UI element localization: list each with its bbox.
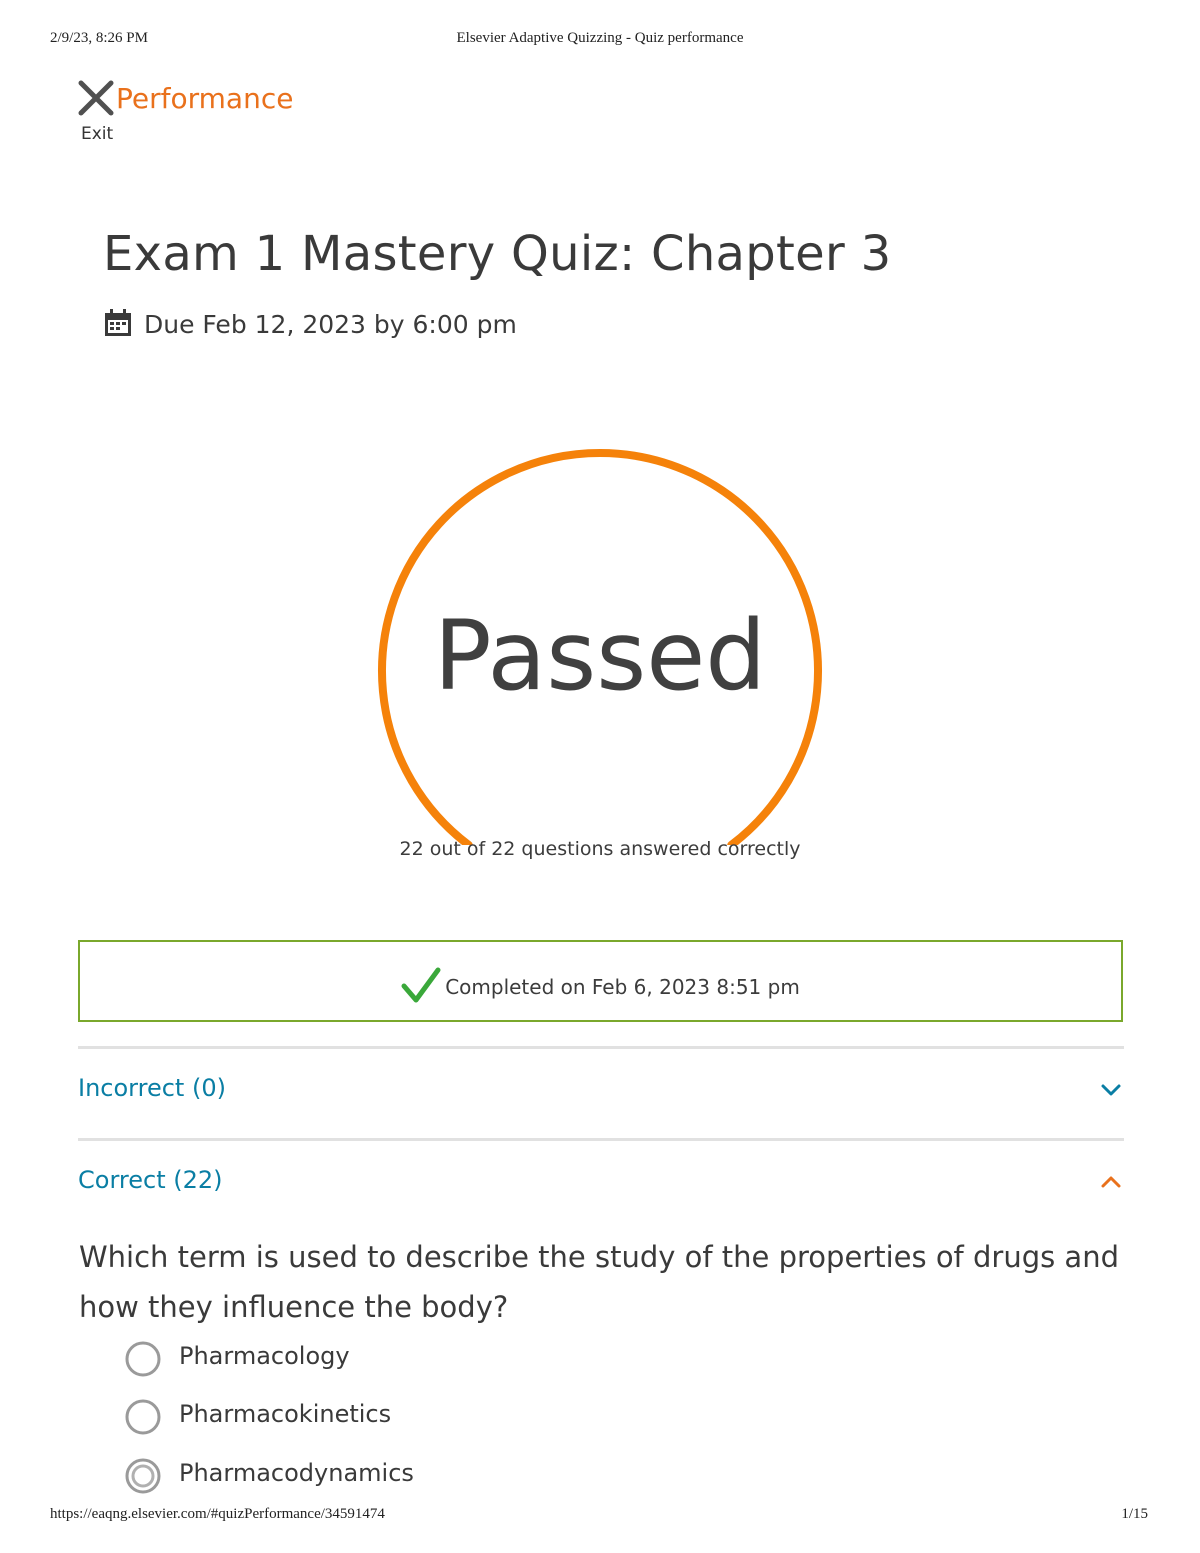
print-footer: https://eaqng.elsevier.com/#quizPerforma… [0, 1506, 1200, 1526]
calendar-icon [105, 309, 131, 336]
chevron-up-icon[interactable] [1100, 1174, 1122, 1190]
radio-selected-icon[interactable] [124, 1457, 162, 1495]
print-header: 2/9/23, 8:26 PM Elsevier Adaptive Quizzi… [0, 30, 1200, 50]
print-page-title: Elsevier Adaptive Quizzing - Quiz perfor… [456, 30, 744, 46]
completion-text: Completed on Feb 6, 2023 8:51 pm [445, 975, 800, 999]
chevron-down-icon[interactable] [1100, 1082, 1122, 1098]
radio-unselected-icon[interactable] [124, 1398, 162, 1436]
completion-row: Completed on Feb 6, 2023 8:51 pm [80, 966, 1121, 1004]
answer-option-label: Pharmacology [179, 1342, 350, 1370]
close-x-icon[interactable] [76, 78, 116, 118]
due-date-text: Due Feb 12, 2023 by 6:00 pm [144, 310, 517, 339]
exit-button[interactable]: Exit [81, 124, 113, 144]
page-section-label: Performance [116, 82, 294, 115]
section-divider [78, 1046, 1124, 1049]
incorrect-section-header[interactable]: Incorrect (0) [78, 1074, 1124, 1114]
print-page-counter: 1/15 [1121, 1506, 1148, 1522]
result-caption: 22 out of 22 questions answered correctl… [399, 838, 801, 860]
due-date: Due Feb 12, 2023 by 6:00 pm [104, 309, 517, 339]
correct-section-header[interactable]: Correct (22) [78, 1166, 1124, 1206]
answer-option-label: Pharmacodynamics [179, 1459, 414, 1487]
answer-option-label: Pharmacokinetics [179, 1400, 392, 1428]
question-text: Which term is used to describe the study… [79, 1240, 1119, 1324]
section-divider [78, 1138, 1124, 1141]
correct-section-title: Correct (22) [78, 1166, 223, 1194]
incorrect-section-title: Incorrect (0) [78, 1074, 226, 1102]
print-url: https://eaqng.elsevier.com/#quizPerforma… [50, 1506, 385, 1522]
quiz-title: Exam 1 Mastery Quiz: Chapter 3 [103, 226, 892, 282]
completion-banner: Completed on Feb 6, 2023 8:51 pm [78, 940, 1123, 1022]
checkmark-icon [401, 967, 441, 1003]
result-status: Passed [433, 600, 767, 712]
radio-unselected-icon[interactable] [124, 1340, 162, 1378]
